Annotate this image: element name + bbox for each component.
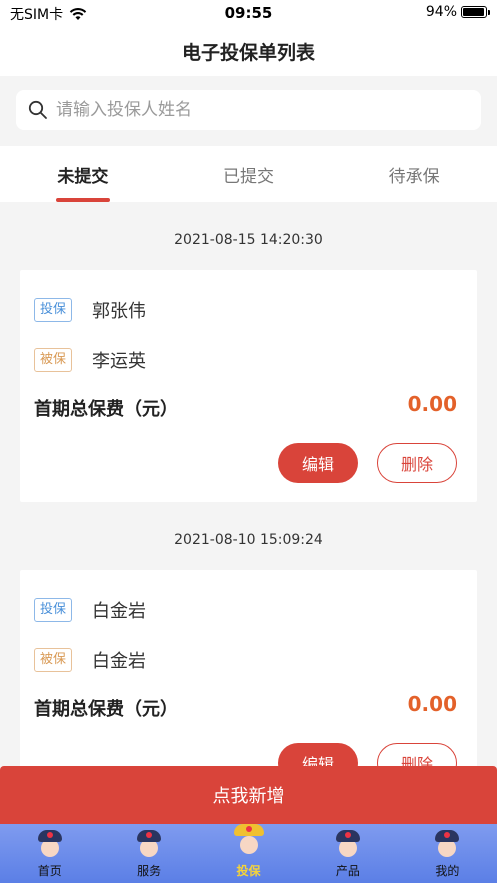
- delete-button[interactable]: 删除: [377, 743, 457, 768]
- edit-button[interactable]: 编辑: [278, 743, 358, 768]
- insured-name: 李运英: [92, 351, 147, 372]
- list-item: 2021-08-10 15:09:24 投保 白金岩 被保 白金岩 首期总保费（…: [0, 502, 497, 768]
- search-box[interactable]: [16, 90, 481, 130]
- tabbar-label: 产品: [335, 864, 360, 878]
- tab-unsubmitted[interactable]: 未提交: [0, 146, 166, 202]
- search-area: [0, 76, 497, 146]
- edit-button[interactable]: 编辑: [278, 443, 358, 483]
- insured-row: 被保 李运英: [34, 347, 146, 373]
- page-title: 电子投保单列表: [181, 42, 315, 64]
- tab-submitted[interactable]: 已提交: [166, 146, 332, 202]
- applicant-name: 郭张伟: [92, 301, 147, 322]
- applicant-row: 投保 白金岩: [34, 597, 146, 623]
- insured-name: 白金岩: [92, 651, 147, 672]
- applicant-row: 投保 郭张伟: [34, 297, 146, 323]
- search-input[interactable]: [56, 100, 456, 120]
- premium-label: 首期总保费（元）: [34, 699, 178, 720]
- record-date: 2021-08-10 15:09:24: [174, 532, 323, 548]
- tabbar-item-service[interactable]: 服务: [99, 824, 198, 883]
- status-right: 94%: [425, 4, 490, 20]
- battery-percent: 94%: [425, 4, 457, 20]
- applicant-badge: 投保: [34, 298, 73, 322]
- policy-card[interactable]: 投保 白金岩 被保 白金岩 首期总保费（元） 0.00 编辑 删除: [20, 570, 477, 768]
- tabbar-item-profile[interactable]: 我的: [398, 824, 497, 883]
- premium-value: 0.00: [407, 392, 457, 416]
- tab-pending-underwriting[interactable]: 待承保: [331, 146, 497, 202]
- service-avatar-icon: [134, 830, 164, 860]
- status-tabs: 未提交 已提交 待承保: [0, 146, 497, 202]
- product-avatar-icon: [333, 830, 363, 860]
- search-icon: [28, 100, 47, 119]
- applicant-badge: 投保: [34, 598, 73, 622]
- tabbar-item-home[interactable]: 首页: [0, 824, 99, 883]
- home-avatar-icon: [35, 830, 65, 860]
- bottom-tabbar: 首页 服务 投保 产品 我的: [0, 824, 497, 883]
- policy-list[interactable]: 2021-08-15 14:20:30 投保 郭张伟 被保 李运英 首期总保费（…: [0, 202, 497, 768]
- record-date: 2021-08-15 14:20:30: [174, 232, 323, 248]
- delete-button[interactable]: 删除: [377, 443, 457, 483]
- status-time: 09:55: [224, 4, 273, 22]
- premium-value: 0.00: [407, 692, 457, 716]
- premium-label: 首期总保费（元）: [34, 399, 178, 420]
- policy-card[interactable]: 投保 郭张伟 被保 李运英 首期总保费（元） 0.00 编辑 删除: [20, 270, 477, 502]
- insured-badge: 被保: [34, 348, 73, 372]
- add-new-button[interactable]: 点我新增: [0, 766, 497, 824]
- tabbar-label: 我的: [435, 864, 460, 878]
- insured-row: 被保 白金岩: [34, 647, 146, 673]
- insured-badge: 被保: [34, 648, 73, 672]
- list-item: 2021-08-15 14:20:30 投保 郭张伟 被保 李运英 首期总保费（…: [0, 202, 497, 502]
- status-bar: 无SIM卡 09:55 94%: [0, 0, 497, 26]
- tabbar-label: 首页: [37, 864, 62, 878]
- nav-bar: 电子投保单列表: [0, 26, 497, 76]
- tabbar-item-insure[interactable]: 投保: [199, 824, 298, 883]
- insure-avatar-icon: [231, 824, 267, 860]
- battery-fill: [463, 8, 484, 16]
- tabbar-label: 服务: [137, 864, 162, 878]
- tabbar-item-product[interactable]: 产品: [298, 824, 397, 883]
- tabbar-label: 投保: [236, 864, 261, 878]
- profile-avatar-icon: [432, 830, 462, 860]
- battery-icon: [461, 6, 490, 18]
- applicant-name: 白金岩: [92, 601, 147, 622]
